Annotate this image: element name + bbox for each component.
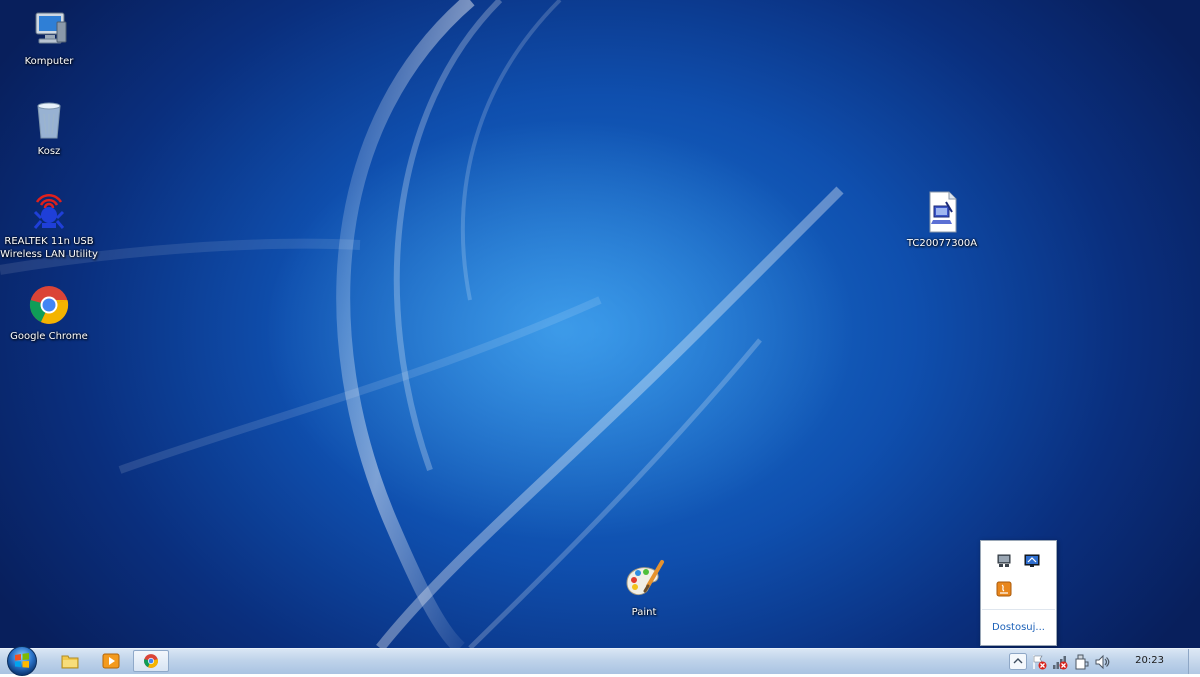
document-file-icon	[929, 191, 957, 233]
taskbar-media-player-button[interactable]	[93, 650, 129, 672]
show-hidden-icons-button[interactable]	[1009, 653, 1027, 670]
desktop-icon-kosz[interactable]: Kosz	[0, 98, 98, 158]
desktop-icon-tc20077300a[interactable]: TC20077300A	[893, 190, 991, 250]
taskbar: 20:23	[0, 645, 1200, 677]
media-player-icon	[102, 653, 120, 669]
popup-separator	[982, 609, 1055, 610]
realtek-wlan-icon	[33, 193, 65, 229]
system-tray: 20:23	[1005, 649, 1200, 674]
chrome-icon	[29, 286, 69, 324]
desktop-icon-label: Paint	[631, 607, 657, 618]
notification-overflow-popup: Dostosuj...	[980, 540, 1057, 646]
chrome-icon	[144, 654, 158, 668]
desktop-icon-label: Google Chrome	[10, 331, 88, 342]
display-settings-icon[interactable]	[1024, 553, 1040, 569]
start-button[interactable]	[6, 645, 38, 677]
desktop-icon-google-chrome[interactable]: Google Chrome	[0, 283, 98, 343]
desktop-icon-paint[interactable]: Paint	[595, 559, 693, 619]
action-center-error-icon[interactable]	[1031, 654, 1047, 670]
java-update-icon[interactable]	[996, 581, 1012, 597]
volume-icon[interactable]	[1094, 654, 1110, 670]
network-monitor-icon[interactable]	[996, 553, 1012, 569]
desktop-icon-komputer[interactable]: Komputer	[0, 8, 98, 68]
desktop-icon-label: Kosz	[37, 146, 61, 157]
desktop-icon-label-line2: Wireless LAN Utility	[0, 249, 98, 260]
recycle-bin-icon	[37, 102, 61, 139]
desktop-icon-label: Komputer	[24, 56, 74, 67]
taskbar-clock[interactable]: 20:23	[1135, 655, 1164, 666]
taskbar-explorer-button[interactable]	[52, 650, 88, 672]
taskbar-chrome-button[interactable]	[133, 650, 169, 672]
desktop-background[interactable]: Komputer Kosz REALTEK 11n USB Wireless L…	[0, 0, 1200, 648]
safely-remove-hardware-icon[interactable]	[1073, 654, 1089, 670]
windows-explorer-icon	[61, 655, 79, 669]
customize-link[interactable]: Dostosuj...	[981, 622, 1056, 633]
desktop-icon-realtek[interactable]: REALTEK 11n USB Wireless LAN Utility	[0, 188, 98, 261]
desktop-icon-label: TC20077300A	[906, 238, 978, 249]
desktop-icon-label-line1: REALTEK 11n USB	[4, 236, 94, 247]
network-error-icon[interactable]	[1052, 654, 1068, 670]
show-desktop-button[interactable]	[1188, 649, 1200, 674]
computer-icon	[35, 12, 67, 44]
paint-icon	[626, 560, 664, 596]
